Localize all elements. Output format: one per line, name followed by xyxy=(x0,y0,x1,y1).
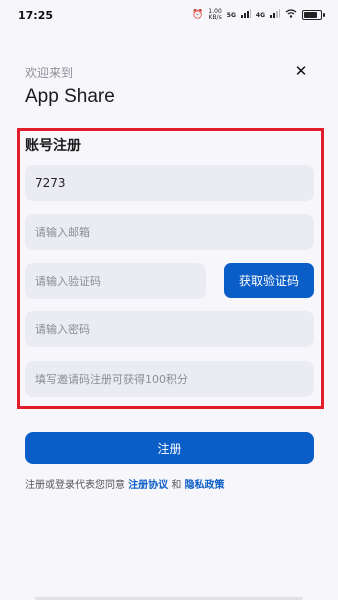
invite-code-placeholder: 填写邀请码注册可获得100积分 xyxy=(35,373,188,386)
battery-icon xyxy=(302,10,325,20)
email-field[interactable]: 请输入邮箱 xyxy=(25,214,314,250)
register-button[interactable]: 注册 xyxy=(25,432,314,464)
agreement-and: 和 xyxy=(171,480,182,491)
verification-code-placeholder: 请输入验证码 xyxy=(35,275,101,288)
network-type-2: 4G xyxy=(255,11,265,19)
welcome-text: 欢迎来到 xyxy=(25,66,74,80)
close-icon: ✕ xyxy=(294,62,308,80)
invite-code-field[interactable]: 填写邀请码注册可获得100积分 xyxy=(25,361,314,397)
terms-link[interactable]: 注册协议 xyxy=(128,480,168,491)
network-speed-unit: KB/s xyxy=(208,14,222,21)
password-field[interactable]: 请输入密码 xyxy=(25,311,314,347)
wifi-icon xyxy=(285,9,297,21)
get-code-button[interactable]: 获取验证码 xyxy=(224,263,314,298)
alarm-icon: ⏰ xyxy=(192,9,204,20)
signal-icon-2 xyxy=(270,9,280,21)
app-title: App Share xyxy=(25,86,115,107)
status-bar: 17:25 ⏰ 1.00 KB/s 5G 4G xyxy=(0,0,338,30)
network-speed: 1.00 KB/s xyxy=(208,9,221,21)
password-placeholder: 请输入密码 xyxy=(35,323,90,336)
account-field[interactable]: 7273 xyxy=(25,165,314,201)
privacy-link[interactable]: 隐私政策 xyxy=(185,480,225,491)
account-value: 7273 xyxy=(35,176,66,190)
status-time: 17:25 xyxy=(18,8,54,22)
register-section-title: 账号注册 xyxy=(25,138,81,154)
verification-code-field[interactable]: 请输入验证码 xyxy=(25,263,206,299)
agreement-text: 注册或登录代表您同意 注册协议 和 隐私政策 xyxy=(25,476,225,491)
close-button[interactable]: ✕ xyxy=(292,62,310,80)
email-placeholder: 请输入邮箱 xyxy=(35,226,90,239)
network-type-1: 5G xyxy=(226,11,236,19)
agreement-prefix: 注册或登录代表您同意 xyxy=(25,480,125,491)
status-icons: ⏰ 1.00 KB/s 5G 4G xyxy=(192,9,325,21)
signal-icon-1 xyxy=(240,9,251,21)
battery-level xyxy=(304,12,317,18)
